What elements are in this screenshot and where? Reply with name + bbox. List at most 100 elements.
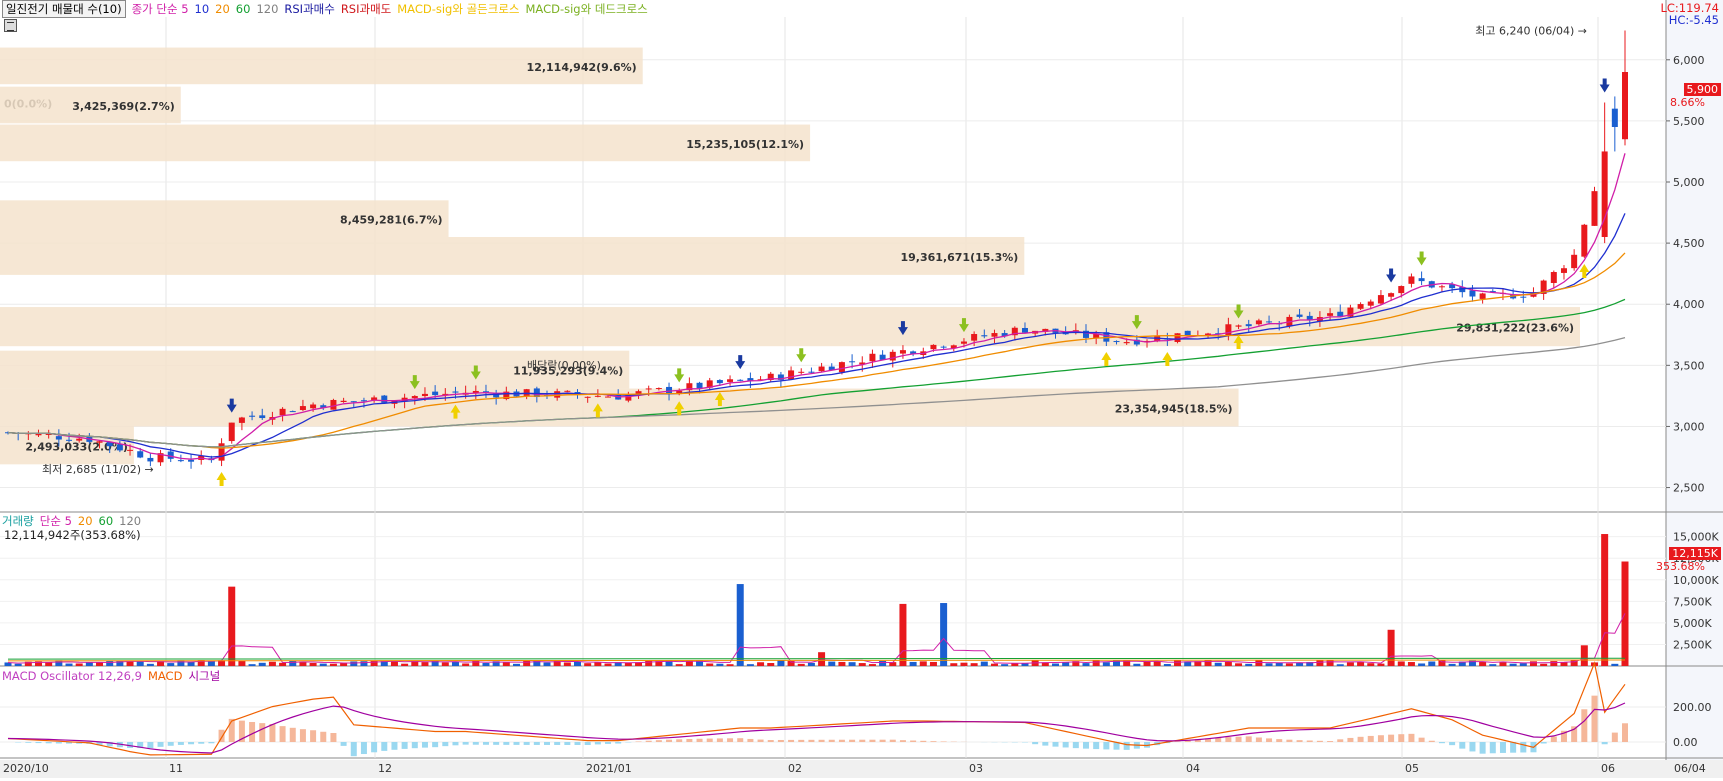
candle-body xyxy=(422,394,428,396)
macd-oscillator-bar xyxy=(859,740,865,742)
macd-oscillator-bar xyxy=(839,740,845,742)
legend-rsi-oversold[interactable]: RSI과매도 xyxy=(341,1,391,17)
legend-ma120-label[interactable]: 120 xyxy=(256,1,278,17)
candle-body xyxy=(1419,278,1425,281)
candle-body xyxy=(1571,255,1577,268)
candle-body xyxy=(819,367,825,372)
candle-body xyxy=(137,451,143,457)
macd-oscillator-bar xyxy=(1581,709,1587,742)
candle-body xyxy=(717,380,723,383)
volume-bar xyxy=(1316,660,1323,666)
volume-bar xyxy=(1347,662,1354,666)
volume-bar xyxy=(249,664,256,666)
candle-body xyxy=(1022,328,1028,333)
candle-body xyxy=(249,416,255,417)
macd-oscillator-bar xyxy=(575,742,581,745)
macd-oscillator-bar xyxy=(198,742,204,744)
volume-bar xyxy=(513,664,520,666)
candle-body xyxy=(788,370,794,379)
macd-oscillator-bar xyxy=(1103,742,1109,749)
macd-oscillator-bar xyxy=(1408,734,1414,742)
volume-profile-label: 8,459,281(6.7%) xyxy=(340,214,443,227)
volume-bar xyxy=(1215,663,1222,666)
candle-body xyxy=(1551,272,1557,283)
toolbox-icon[interactable] xyxy=(4,19,17,32)
macd-legend-signal[interactable]: 시그널 xyxy=(188,668,220,684)
volume-bar xyxy=(269,662,276,666)
macd-oscillator-bar xyxy=(737,738,743,742)
candle-body xyxy=(381,396,387,403)
macd-oscillator-bar xyxy=(1510,742,1516,753)
volume-bar xyxy=(1083,663,1090,666)
candle-body xyxy=(808,372,814,373)
price-tick-label: 3,500 xyxy=(1673,359,1705,372)
legend-rsi-overbought[interactable]: RSI과매수 xyxy=(284,1,334,17)
legend-ma60-label[interactable]: 60 xyxy=(236,1,251,17)
macd-legend-macd[interactable]: MACD xyxy=(148,668,182,684)
candle-body xyxy=(147,458,153,461)
volume-bar xyxy=(767,663,774,666)
legend-macd-dead-cross[interactable]: MACD-sig와 데드크로스 xyxy=(525,1,647,17)
macd-oscillator-bar xyxy=(697,739,703,742)
macd-oscillator-bar xyxy=(1175,741,1181,742)
candle-body xyxy=(1408,276,1414,283)
volume-bar xyxy=(96,662,103,666)
x-tick-label: 06 xyxy=(1601,762,1615,775)
macd-oscillator-bar xyxy=(676,739,682,742)
macd-oscillator-bar xyxy=(25,742,31,743)
chart-canvas[interactable]: 2020/1011122021/01020304050606/046,0005,… xyxy=(0,0,1723,778)
price-tick-label: 5,000 xyxy=(1673,176,1705,189)
macd-oscillator-bar xyxy=(534,742,540,745)
macd-oscillator-bar xyxy=(310,730,316,742)
macd-tick-label: 200.00 xyxy=(1673,701,1712,714)
volume-bar xyxy=(401,664,408,666)
legend-ma10-label[interactable]: 10 xyxy=(195,1,210,17)
volume-bar xyxy=(716,664,723,666)
volume-bar xyxy=(584,663,591,666)
macd-oscillator-bar xyxy=(280,726,286,742)
legend-macd-golden-cross[interactable]: MACD-sig와 골든크로스 xyxy=(397,1,519,17)
legend-ma5-label[interactable]: 종가 단순 5 xyxy=(132,1,189,17)
volume-bar xyxy=(1245,664,1252,666)
macd-oscillator-bar xyxy=(1449,742,1455,745)
macd-oscillator-bar xyxy=(178,742,184,745)
price-tick-label: 3,000 xyxy=(1673,420,1705,433)
macd-oscillator-bar xyxy=(1225,737,1231,742)
macd-oscillator-bar xyxy=(473,742,479,745)
candle-body xyxy=(646,388,652,389)
macd-legend-oscillator[interactable]: MACD Oscillator 12,26,9 xyxy=(2,668,142,684)
macd-oscillator-bar xyxy=(1266,738,1272,742)
macd-oscillator-bar xyxy=(656,740,662,742)
candle-body xyxy=(1266,321,1272,322)
volume-bar xyxy=(1133,664,1140,666)
dividend-annotation: 배당락(0.00%) xyxy=(527,359,601,372)
bottom-axis-background xyxy=(0,760,1723,778)
volume-bar xyxy=(869,664,876,666)
candle-body xyxy=(981,335,987,336)
volume-bar xyxy=(1408,662,1415,666)
volume-bar xyxy=(1581,645,1588,666)
candle-body xyxy=(961,342,967,344)
volume-bar xyxy=(1377,664,1384,666)
legend-ma20-label[interactable]: 20 xyxy=(215,1,230,17)
candle-body xyxy=(1378,295,1384,303)
macd-oscillator-bar xyxy=(930,741,936,742)
volume-bar xyxy=(1286,663,1293,666)
candle-body xyxy=(280,409,286,415)
volume-bar xyxy=(137,661,144,666)
chart-title[interactable]: 일진전기 매물대 수(10) xyxy=(2,0,126,18)
macd-oscillator-bar xyxy=(1368,736,1374,742)
volume-bar xyxy=(727,664,734,666)
volume-bar xyxy=(991,664,998,666)
candle-body xyxy=(188,460,194,462)
volume-bar xyxy=(1357,662,1364,666)
candle-body xyxy=(1256,320,1262,324)
macd-oscillator-bar xyxy=(1297,740,1303,742)
candle-body xyxy=(1327,313,1333,316)
macd-oscillator-bar xyxy=(188,742,194,744)
volume-bar xyxy=(1489,664,1496,666)
volume-bar xyxy=(45,662,52,666)
volume-bar xyxy=(1530,661,1537,666)
candle-body xyxy=(412,396,418,398)
volume-bar xyxy=(1154,661,1161,666)
